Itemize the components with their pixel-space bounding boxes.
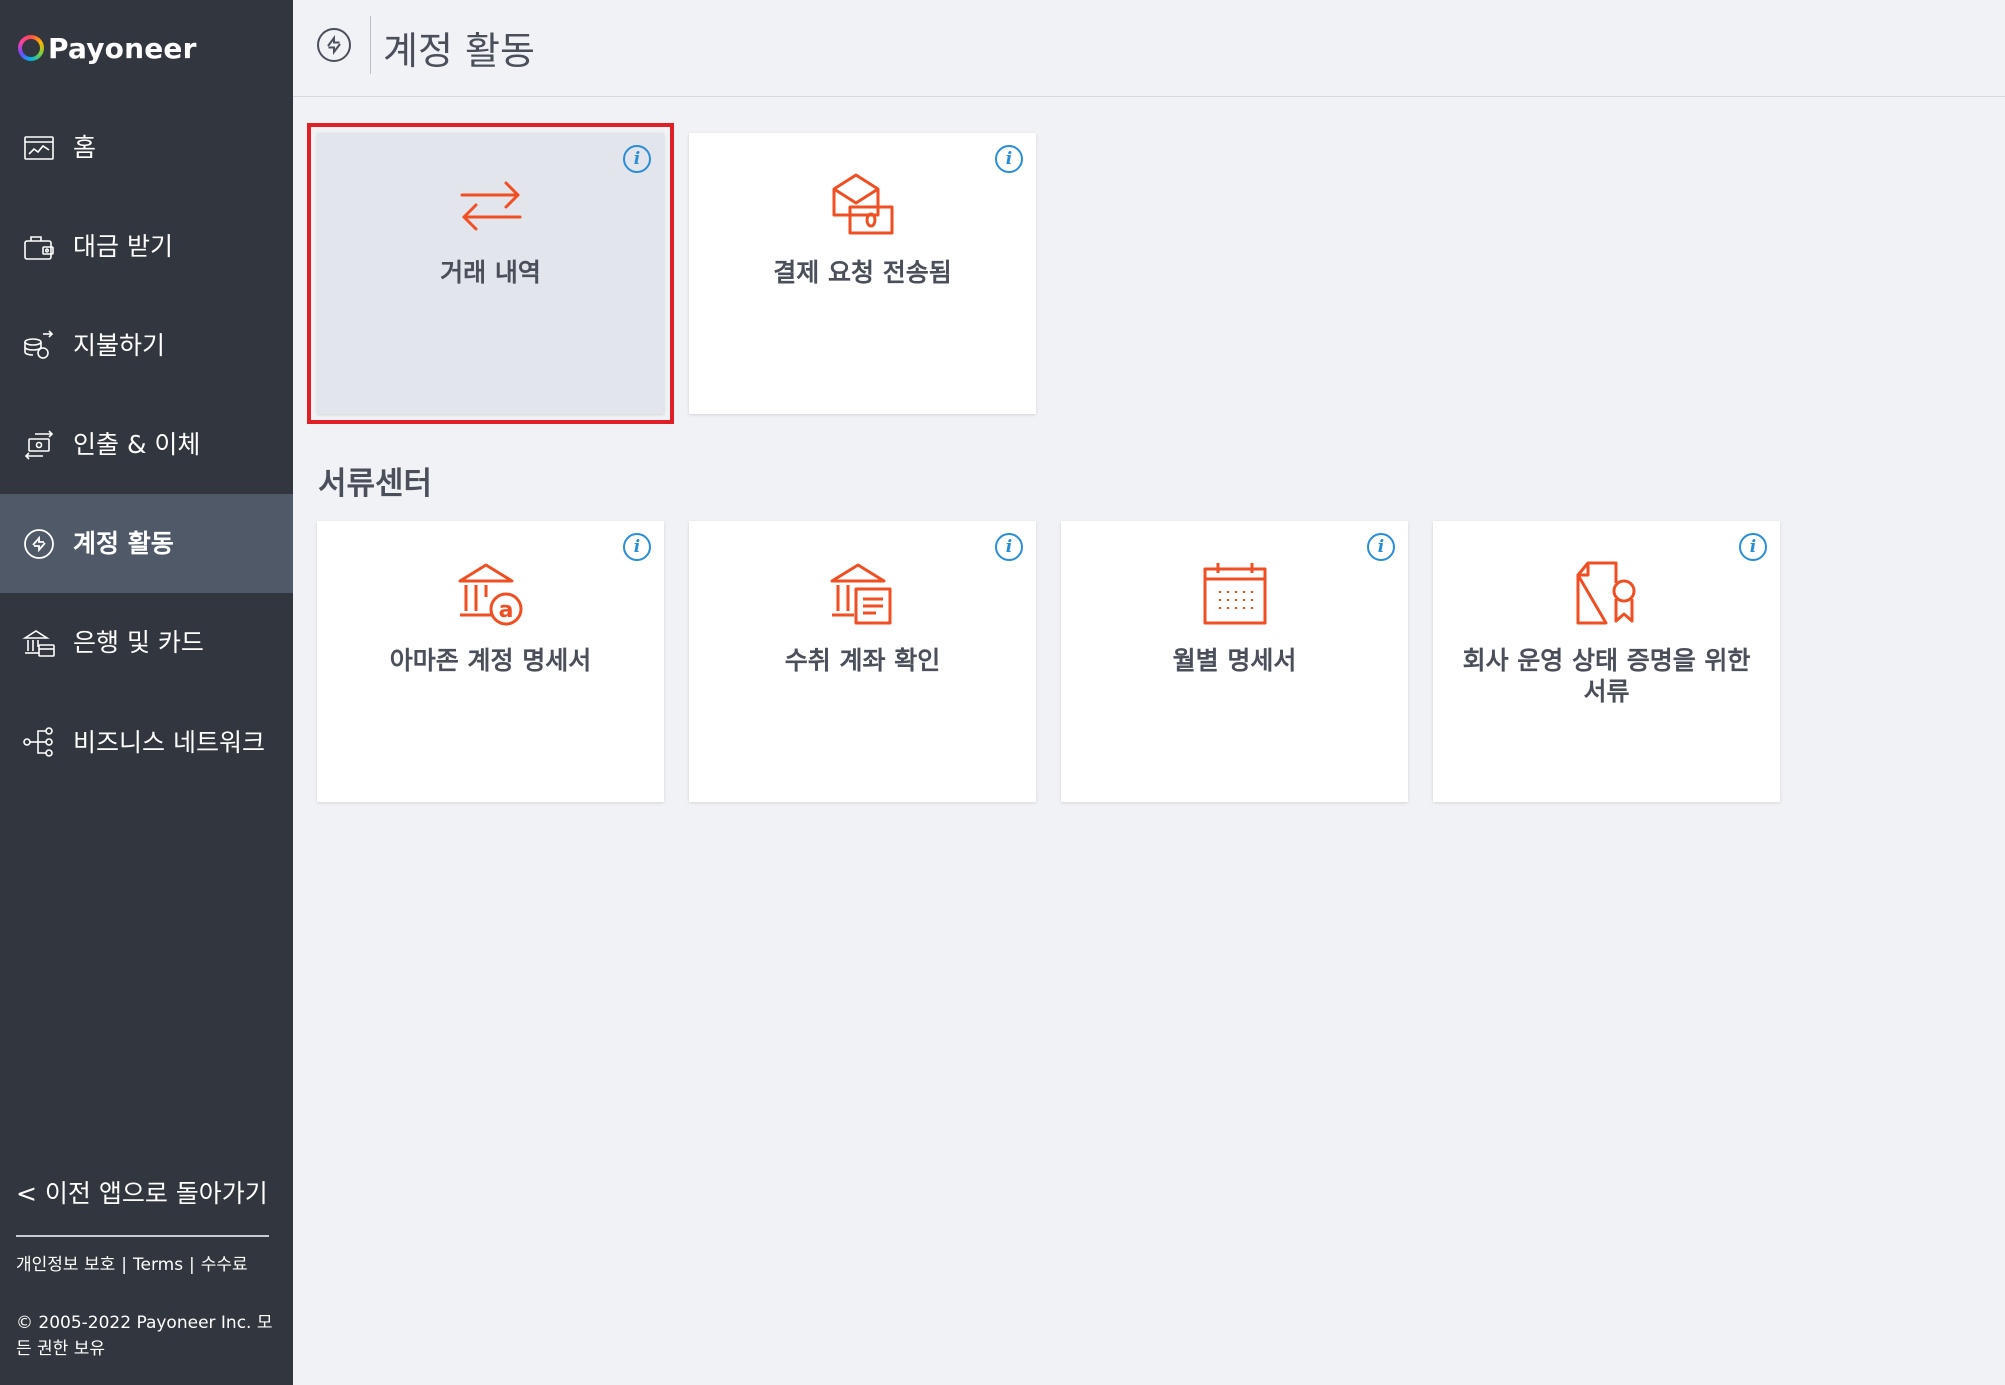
page-title: 계정 활동 (383, 29, 535, 73)
privacy-link[interactable]: 개인정보 보호 (16, 1255, 115, 1275)
info-icon[interactable]: i (623, 145, 651, 173)
network-icon (20, 723, 58, 761)
info-icon[interactable]: i (623, 533, 651, 561)
bank-document-icon (830, 563, 891, 625)
sidebar-item-account-activity[interactable]: 계정 활동 (0, 494, 293, 593)
sidebar-item-pay[interactable]: 지불하기 (0, 296, 293, 395)
bank-card-icon (20, 624, 58, 662)
fees-link[interactable]: 수수료 (201, 1255, 248, 1275)
logo-text: Payoneer (48, 31, 197, 65)
info-icon[interactable]: i (1739, 533, 1767, 561)
bank-amazon-icon: a (458, 563, 522, 626)
sidebar-item-receive[interactable]: 대금 받기 (0, 197, 293, 296)
sidebar-item-label: 대금 받기 (73, 232, 173, 261)
sidebar-item-withdraw-transfer[interactable]: 인출 & 이체 (0, 395, 293, 494)
separator: | (121, 1255, 127, 1275)
info-icon[interactable]: i (995, 533, 1023, 561)
envelope-money-icon (832, 173, 893, 235)
chart-icon (20, 129, 58, 167)
coins-send-icon (20, 327, 58, 365)
arrows-exchange-icon (460, 181, 521, 231)
sidebar-item-label: 지불하기 (73, 331, 166, 360)
card-business-status-documents[interactable]: i 회사 운영 상태 증명을 위한 서류 (1433, 521, 1780, 802)
sidebar-item-business-network[interactable]: 비즈니스 네트워크 (0, 692, 293, 792)
back-to-previous-app-link[interactable]: < 이전 앱으로 돌아가기 (16, 1174, 268, 1210)
page-header: 계정 활동 (293, 0, 2005, 97)
sidebar-item-label: 비즈니스 네트워크 (73, 727, 265, 757)
card-label: 거래 내역 (440, 258, 541, 287)
card-monthly-statement[interactable]: i 월별 명세서 (1061, 521, 1408, 802)
card-payout-account-verification[interactable]: i 수취 계좌 확인 (689, 521, 1036, 802)
sidebar-item-home[interactable]: 홈 (0, 98, 293, 197)
activity-icon (20, 525, 58, 563)
card-label: 회사 운영 상태 증명을 위한 서류 (1462, 646, 1751, 706)
payoneer-logo[interactable]: Payoneer (18, 28, 197, 68)
wallet-icon (20, 228, 58, 266)
copyright-text: © 2005-2022 Payoneer Inc. 모든 권한 보유 (16, 1313, 273, 1359)
logo-ring-icon (18, 35, 44, 61)
sidebar-item-label: 홈 (73, 133, 97, 162)
activity-icon (317, 28, 351, 62)
terms-link[interactable]: Terms (133, 1255, 183, 1275)
card-payment-requests-sent[interactable]: i 결제 요청 전송됨 (689, 133, 1036, 414)
divider (16, 1235, 269, 1237)
card-label: 아마존 계정 명세서 (389, 646, 592, 675)
card-transaction-history[interactable]: i 거래 내역 (307, 123, 674, 424)
info-icon[interactable]: i (1367, 533, 1395, 561)
svg-text:a: a (498, 598, 513, 623)
section-title-document-center: 서류센터 (318, 466, 433, 502)
card-label: 결제 요청 전송됨 (773, 258, 952, 287)
calendar-icon (1203, 563, 1266, 625)
separator: | (189, 1255, 195, 1275)
info-icon[interactable]: i (995, 145, 1023, 173)
transfer-icon (20, 426, 58, 464)
sidebar-item-label: 인출 & 이체 (73, 430, 201, 459)
sidebar: Payoneer 홈 대금 받기 지불하기 인출 & 이체 계정 활동 은행 및… (0, 0, 293, 1385)
card-label: 수취 계좌 확인 (784, 646, 941, 675)
sidebar-item-bank-card[interactable]: 은행 및 카드 (0, 593, 293, 692)
certificate-icon (1576, 561, 1635, 625)
sidebar-item-label: 계정 활동 (73, 529, 174, 558)
card-amazon-account-statement[interactable]: i a 아마존 계정 명세서 (317, 521, 664, 802)
footer-links: 개인정보 보호 | Terms | 수수료 (16, 1256, 266, 1275)
card-label: 월별 명세서 (1172, 646, 1297, 675)
header-divider (370, 16, 371, 74)
sidebar-item-label: 은행 및 카드 (73, 628, 204, 657)
